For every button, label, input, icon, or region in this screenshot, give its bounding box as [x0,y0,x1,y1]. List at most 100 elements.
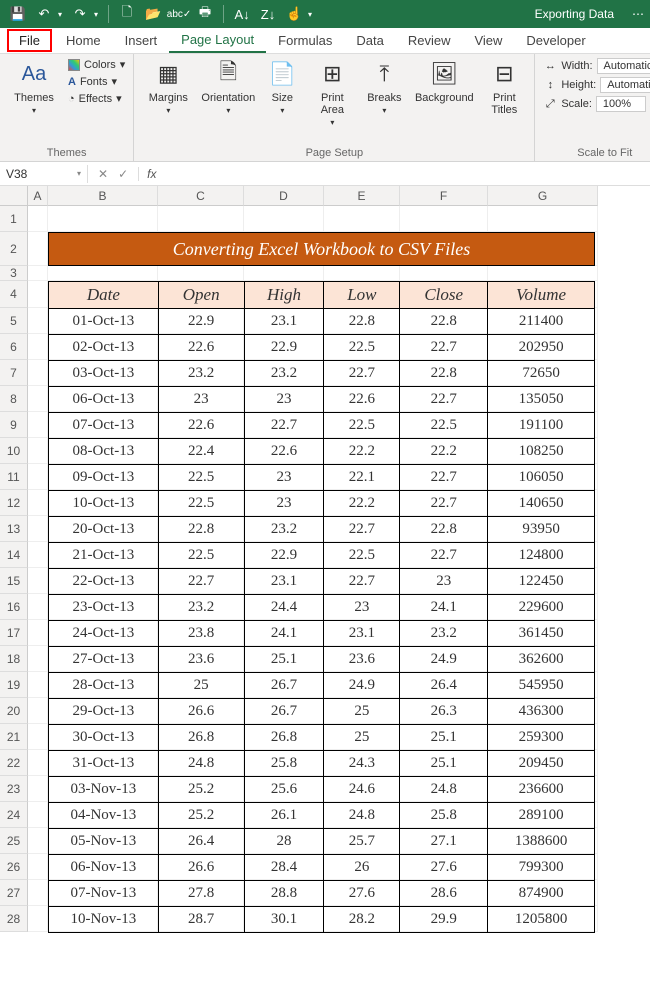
cell[interactable]: 26.7 [244,673,324,699]
table-header[interactable]: Open [158,282,244,309]
row-header[interactable]: 12 [0,490,28,516]
cell[interactable]: 20-Oct-13 [49,517,159,543]
cell[interactable]: 28 [244,829,324,855]
cell[interactable]: 108250 [488,439,595,465]
background-button[interactable]: 🖼Background [414,58,474,104]
cell[interactable]: 27.6 [400,855,488,881]
cell[interactable]: 1205800 [488,907,595,933]
print-titles-button[interactable]: ⊟Print Titles [482,58,526,116]
table-header[interactable]: Low [324,282,400,309]
cell[interactable]: 93950 [488,517,595,543]
cell[interactable]: 24.9 [324,673,400,699]
cell[interactable]: 24.9 [400,647,488,673]
cell[interactable]: 236600 [488,777,595,803]
table-header[interactable]: High [244,282,324,309]
row-header[interactable]: 7 [0,360,28,386]
cell[interactable]: 09-Oct-13 [49,465,159,491]
cell[interactable]: 27.6 [324,881,400,907]
cell[interactable]: 106050 [488,465,595,491]
cell[interactable]: 191100 [488,413,595,439]
cell[interactable]: 23.2 [244,361,324,387]
cell[interactable]: 22.8 [324,309,400,335]
row-header[interactable]: 17 [0,620,28,646]
cell[interactable]: 202950 [488,335,595,361]
cell[interactable]: 22.5 [324,335,400,361]
row-header[interactable]: 6 [0,334,28,360]
row-header[interactable]: 14 [0,542,28,568]
cell[interactable]: 24.1 [244,621,324,647]
cell[interactable]: 29.9 [400,907,488,933]
tab-insert[interactable]: Insert [113,29,170,52]
themes-button[interactable]: Aa Themes ▾ [8,58,60,115]
cell[interactable]: 26 [324,855,400,881]
row-header[interactable]: 3 [0,266,28,281]
cell[interactable]: 26.1 [244,803,324,829]
cell[interactable]: 07-Nov-13 [49,881,159,907]
cancel-icon[interactable]: ✕ [98,167,108,181]
colors-button[interactable]: Colors ▾ [68,58,125,71]
cell[interactable]: 22.5 [324,413,400,439]
cell[interactable]: 72650 [488,361,595,387]
table-row[interactable]: 27-Oct-1323.625.123.624.9362600 [49,647,595,673]
cell[interactable]: 03-Nov-13 [49,777,159,803]
table-row[interactable]: 29-Oct-1326.626.72526.3436300 [49,699,595,725]
orientation-button[interactable]: 🗎Orientation▾ [202,58,254,115]
fonts-button[interactable]: AFonts ▾ [68,75,125,88]
cell[interactable]: 25.2 [158,777,244,803]
cell[interactable]: 22.7 [158,569,244,595]
cell[interactable]: 22.6 [244,439,324,465]
cell[interactable]: 25.7 [324,829,400,855]
row-header[interactable]: 5 [0,308,28,334]
cell[interactable]: 22.1 [324,465,400,491]
cell[interactable]: 22.5 [158,491,244,517]
tab-formulas[interactable]: Formulas [266,29,344,52]
cell[interactable]: 799300 [488,855,595,881]
table-row[interactable]: 02-Oct-1322.622.922.522.7202950 [49,335,595,361]
cell[interactable]: 07-Oct-13 [49,413,159,439]
cell[interactable]: 26.7 [244,699,324,725]
cell[interactable]: 23 [158,387,244,413]
column-header[interactable]: E [324,186,400,206]
undo-icon[interactable]: ↶ [36,6,52,22]
row-header[interactable]: 1 [0,206,28,232]
table-row[interactable]: 09-Oct-1322.52322.122.7106050 [49,465,595,491]
redo-icon[interactable]: ↷ [72,6,88,22]
row-header[interactable]: 26 [0,854,28,880]
cell[interactable]: 22.7 [400,543,488,569]
cell[interactable]: 22.8 [400,361,488,387]
column-header[interactable]: C [158,186,244,206]
cell[interactable]: 22.5 [158,543,244,569]
cell[interactable]: 23.6 [324,647,400,673]
column-header[interactable]: A [28,186,48,206]
row-header[interactable]: 21 [0,724,28,750]
cell[interactable]: 23.8 [158,621,244,647]
row-header[interactable]: 9 [0,412,28,438]
table-header[interactable]: Close [400,282,488,309]
cell[interactable]: 22.9 [158,309,244,335]
size-button[interactable]: 📄Size▾ [262,58,302,115]
cell[interactable]: 23.2 [158,595,244,621]
cell[interactable]: 23 [324,595,400,621]
cell[interactable]: 22.7 [324,361,400,387]
cell[interactable]: 26.3 [400,699,488,725]
table-row[interactable]: 10-Nov-1328.730.128.229.91205800 [49,907,595,933]
cell[interactable]: 22.6 [158,335,244,361]
cell[interactable]: 25.2 [158,803,244,829]
cell[interactable]: 24.6 [324,777,400,803]
row-header[interactable]: 2 [0,232,28,266]
cell[interactable]: 28.6 [400,881,488,907]
sort-asc-icon[interactable]: A↓ [234,6,250,22]
cell[interactable]: 22.6 [158,413,244,439]
table-row[interactable]: 01-Oct-1322.923.122.822.8211400 [49,309,595,335]
cell[interactable]: 23 [244,491,324,517]
cell[interactable]: 22.8 [158,517,244,543]
cell[interactable]: 259300 [488,725,595,751]
table-row[interactable]: 22-Oct-1322.723.122.723122450 [49,569,595,595]
cell[interactable]: 24.8 [324,803,400,829]
table-row[interactable]: 06-Oct-13232322.622.7135050 [49,387,595,413]
table-header[interactable]: Date [49,282,159,309]
cell[interactable]: 25 [324,699,400,725]
table-row[interactable]: 03-Nov-1325.225.624.624.8236600 [49,777,595,803]
cell[interactable]: 22.7 [244,413,324,439]
tab-developer[interactable]: Developer [514,29,597,52]
